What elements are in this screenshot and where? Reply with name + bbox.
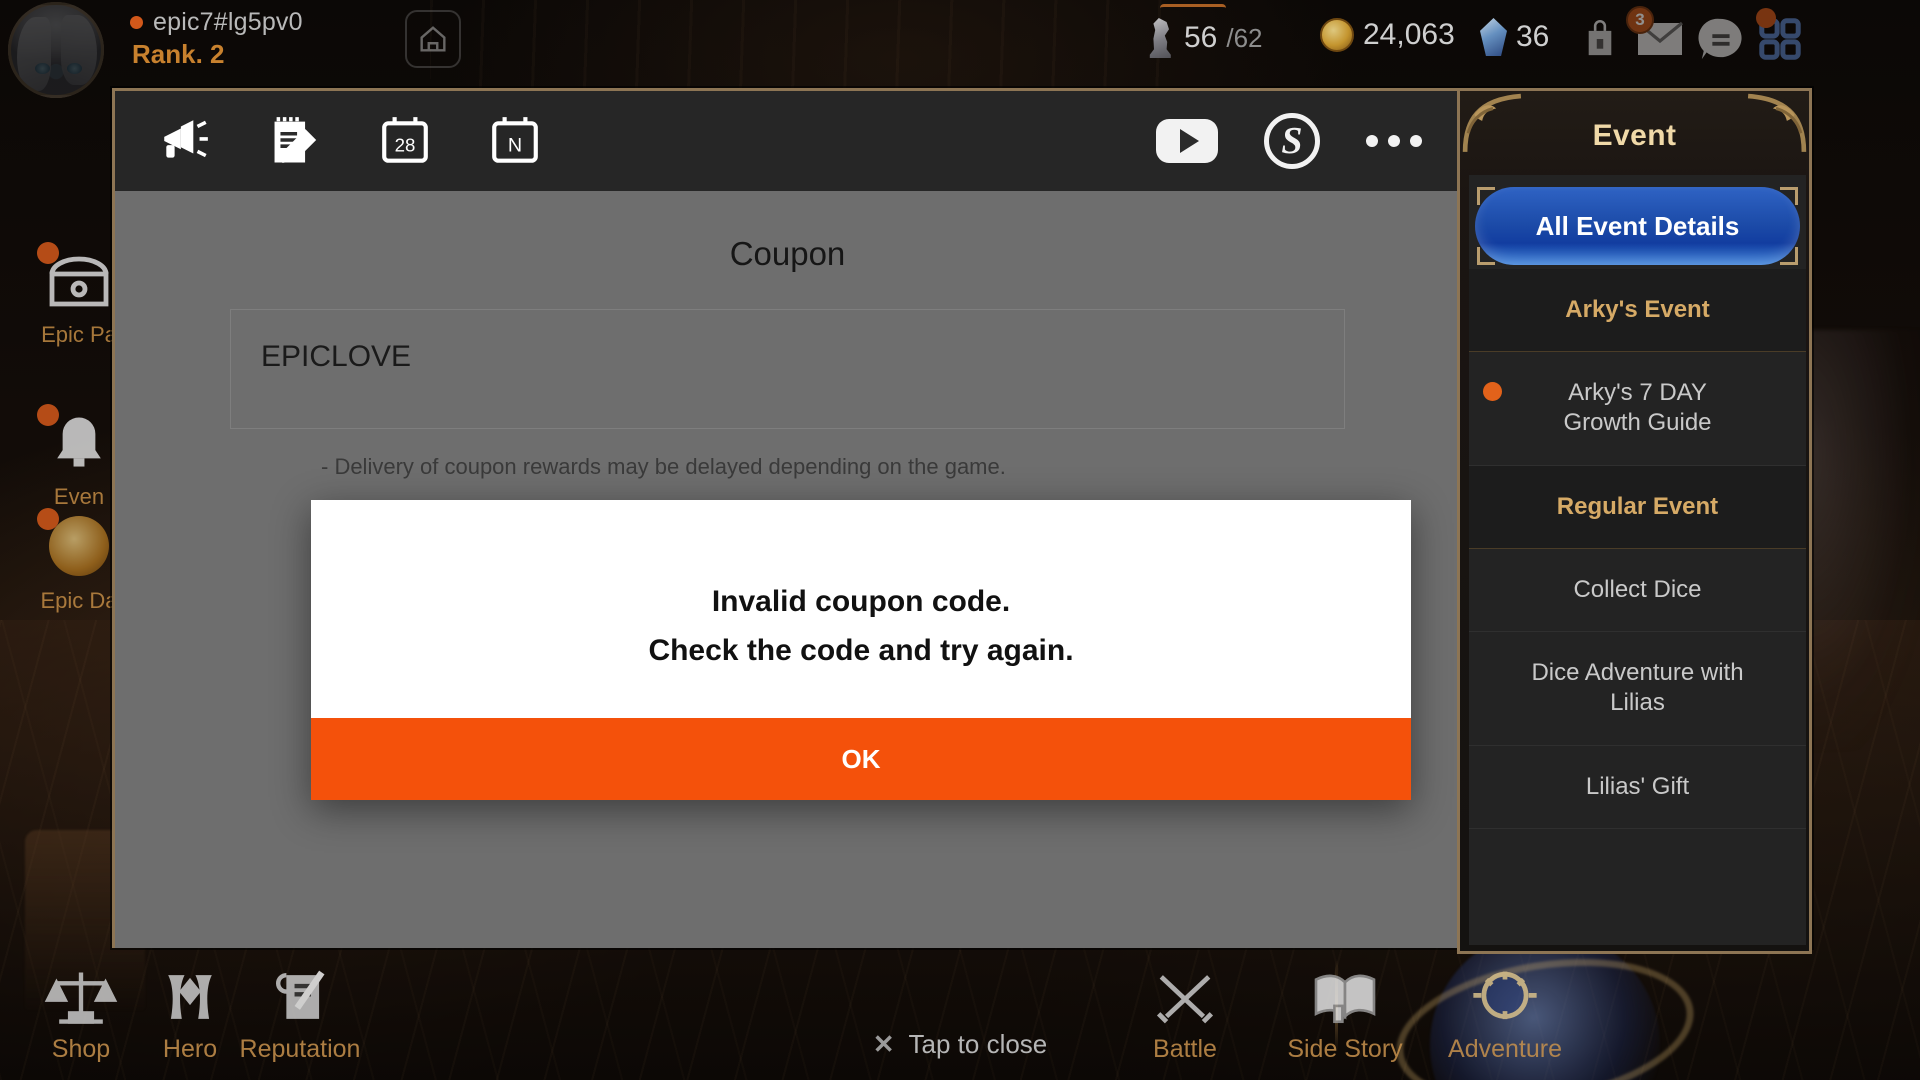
bell-icon <box>37 404 115 478</box>
all-event-details-button[interactable]: All Event Details <box>1475 187 1800 265</box>
event-item-label: Dice Adventure with Lilias <box>1531 659 1744 717</box>
menu-grid-badge-dot <box>1756 8 1776 28</box>
event-category-label: Arky's Event <box>1565 296 1710 323</box>
skystone-value: 36 <box>1516 20 1550 53</box>
event-category-label: Regular Event <box>1556 492 1719 520</box>
notification-dot <box>37 242 59 264</box>
calendar-28-icon[interactable]: 28 <box>377 113 433 169</box>
epic-daily-orb-icon <box>37 508 115 582</box>
event-item-label: Lilias' Gift <box>1585 772 1690 800</box>
alert-message-line1: Invalid coupon code. <box>711 585 1011 618</box>
stove-s-icon[interactable]: S <box>1264 113 1320 169</box>
mail-icon[interactable]: 3 <box>1626 6 1690 68</box>
event-category-regular-event[interactable]: Regular Event <box>1469 465 1806 549</box>
coupon-note: - Delivery of coupon rewards may be dela… <box>321 454 1006 479</box>
event-item-collect-dice[interactable]: Collect Dice <box>1469 549 1806 633</box>
svg-text:28: 28 <box>395 134 416 155</box>
player-info: epic7#lg5pv0 Rank. 2 <box>130 8 303 70</box>
nav-label: Side Story <box>1287 1035 1403 1063</box>
youtube-icon[interactable] <box>1156 119 1218 163</box>
alert-message-line2: Check the code and try again. <box>648 633 1074 667</box>
gold-icon <box>1320 18 1354 52</box>
nav-label: Adventure <box>1448 1035 1562 1063</box>
player-rank: Rank. 2 <box>132 39 225 69</box>
energy-bar <box>1160 4 1226 11</box>
page-title: Coupon <box>729 235 846 272</box>
event-item-arkys-7-day-growth-guide[interactable]: Arky's 7 DAY Growth Guide <box>1469 352 1806 466</box>
player-name: epic7#lg5pv0 <box>153 8 303 36</box>
avatar[interactable] <box>8 2 104 98</box>
currency-energy[interactable]: 56 /62 <box>1145 18 1263 58</box>
close-x-icon: ✕ <box>872 1029 895 1059</box>
all-event-details-row: All Event Details <box>1475 183 1800 269</box>
nav-label: Reputation <box>239 1035 361 1063</box>
event-list: All Event Details Arky's Event Arky's 7 … <box>1469 175 1806 945</box>
bottom-navigation: Shop Hero Reputation ✕ Tap to close Batt… <box>0 940 1920 1080</box>
nav-item-reputation[interactable]: Reputation <box>215 963 385 1064</box>
event-panel-title: Event <box>1592 119 1677 152</box>
coupon-code-input[interactable]: EPICLOVE <box>230 309 1345 429</box>
event-sidebar: Event All Event Details Arky's Event Ark… <box>1457 88 1812 954</box>
event-item-label: Collect Dice <box>1573 575 1702 603</box>
svg-text:N: N <box>508 134 522 156</box>
nav-item-side-story[interactable]: Side Story <box>1260 963 1430 1064</box>
crossed-swords-icon <box>1100 963 1270 1027</box>
alert-message: Invalid coupon code. Check the code and … <box>311 500 1411 675</box>
dialog-tab-bar: 28 N S <box>115 91 1460 191</box>
game-screen: epic7#lg5pv0 Rank. 2 56 /62 24,063 36 3 … <box>0 0 1920 1080</box>
nav-item-battle[interactable]: Battle <box>1100 963 1270 1064</box>
megaphone-icon[interactable] <box>157 113 213 169</box>
event-category-arkys-event[interactable]: Arky's Event <box>1469 269 1806 353</box>
currency-gold[interactable]: 24,063 <box>1320 18 1455 52</box>
currency-skystone[interactable]: 36 <box>1480 18 1549 56</box>
skystone-icon <box>1480 18 1507 56</box>
event-item-lilias-gift[interactable]: Lilias' Gift <box>1469 746 1806 829</box>
tap-to-close-button[interactable]: ✕ Tap to close <box>873 1029 1048 1060</box>
online-status-dot <box>130 16 143 29</box>
compass-icon <box>1420 963 1590 1027</box>
menu-grid-icon[interactable] <box>1750 8 1810 68</box>
tap-to-close-label: Tap to close <box>908 1029 1048 1059</box>
notification-dot <box>1483 382 1502 402</box>
invalid-coupon-alert: Invalid coupon code. Check the code and … <box>311 500 1411 800</box>
event-item-label: Arky's 7 DAY Growth Guide <box>1563 379 1712 437</box>
energy-value: 56 <box>1184 21 1218 54</box>
more-dots-icon[interactable] <box>1366 135 1422 147</box>
open-book-icon <box>1260 963 1430 1027</box>
notepad-pencil-icon[interactable] <box>267 113 323 169</box>
nav-item-adventure[interactable]: Adventure <box>1420 963 1590 1064</box>
alert-ok-button[interactable]: OK <box>311 718 1411 800</box>
notice-dialog: 28 N S Coupon EPICLOVE - Delivery of cou… <box>112 88 1812 954</box>
gold-value: 24,063 <box>1363 18 1455 51</box>
coupon-code-value: EPICLOVE <box>261 340 412 373</box>
scroll-quill-icon <box>215 963 385 1027</box>
treasure-chest-icon <box>37 242 115 316</box>
avatar-dim-overlay <box>8 2 104 98</box>
top-bar: epic7#lg5pv0 Rank. 2 56 /62 24,063 36 3 <box>0 0 1920 98</box>
energy-max: /62 <box>1226 22 1263 53</box>
event-item-dice-adventure-with-lilias[interactable]: Dice Adventure with Lilias <box>1469 632 1806 746</box>
mail-badge: 3 <box>1626 6 1654 34</box>
calendar-n-icon[interactable]: N <box>487 113 543 169</box>
backpack-lock-icon[interactable] <box>1570 10 1630 68</box>
tray-icons: 3 <box>1570 6 1810 68</box>
energy-icon <box>1149 18 1171 58</box>
notification-dot <box>37 404 59 426</box>
chat-bubble-icon[interactable] <box>1690 10 1750 68</box>
home-shortcut-icon[interactable] <box>405 10 461 68</box>
nav-label: Battle <box>1153 1035 1217 1063</box>
